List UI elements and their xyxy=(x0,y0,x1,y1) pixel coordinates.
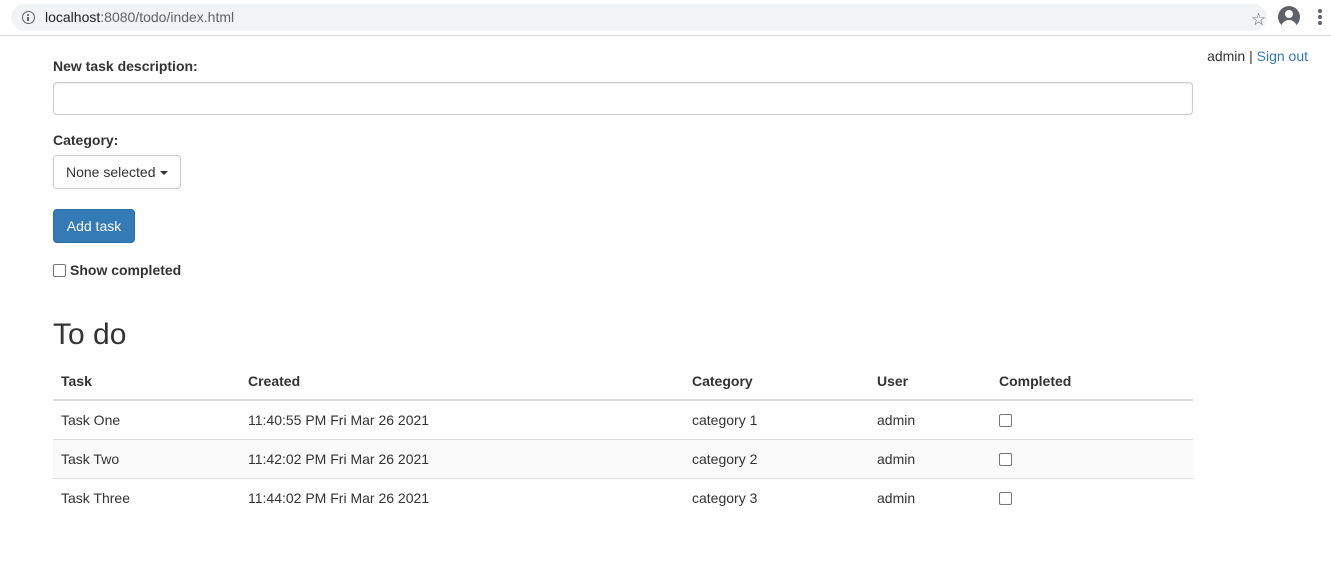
star-icon[interactable]: ☆ xyxy=(1251,11,1266,28)
category-label: Category: xyxy=(53,132,119,148)
show-completed-toggle[interactable]: Show completed xyxy=(53,262,181,278)
completed-checkbox[interactable] xyxy=(999,413,1012,427)
table-row: Task Three 11:44:02 PM Fri Mar 26 2021 c… xyxy=(53,477,1193,517)
column-header-user: User xyxy=(869,362,991,401)
task-cell: Task Three xyxy=(53,477,240,517)
user-cell: admin xyxy=(877,411,916,428)
completed-checkbox[interactable] xyxy=(999,452,1012,466)
category-cell: category 1 xyxy=(692,411,758,428)
info-icon[interactable] xyxy=(22,11,35,24)
category-cell: category 2 xyxy=(684,438,869,478)
created-cell: 11:40:55 PM Fri Mar 26 2021 xyxy=(248,411,430,428)
todo-table: Task Created Category User Completed Tas… xyxy=(53,362,1193,517)
page-title: To do xyxy=(53,318,127,351)
table-header-row: Task Created Category User Completed xyxy=(53,362,1193,401)
task-description-input[interactable] xyxy=(53,82,1193,115)
description-label: New task description: xyxy=(53,58,198,74)
created-cell: 11:42:02 PM Fri Mar 26 2021 xyxy=(240,438,684,478)
completed-cell xyxy=(991,400,1193,439)
table-row: Task One 11:40:55 PM Fri Mar 26 2021 cat… xyxy=(53,400,1193,439)
category-cell: category 3 xyxy=(684,477,869,517)
caret-down-icon xyxy=(159,171,168,176)
sign-out-link[interactable]: Sign out xyxy=(1257,48,1308,64)
show-completed-label: Show completed xyxy=(70,262,182,278)
more-vert-icon[interactable] xyxy=(1318,9,1322,25)
task-cell: Task Two xyxy=(53,438,240,478)
category-select[interactable]: None selected xyxy=(53,155,181,189)
table-row: Task Two 11:42:02 PM Fri Mar 26 2021 cat… xyxy=(53,438,1193,478)
completed-checkbox[interactable] xyxy=(999,491,1012,505)
user-cell: admin xyxy=(869,438,991,478)
column-header-created: Created xyxy=(240,362,684,401)
column-header-completed: Completed xyxy=(991,362,1193,401)
created-cell: 11:44:02 PM Fri Mar 26 2021 xyxy=(240,477,684,517)
completed-cell xyxy=(991,438,1193,478)
add-task-button[interactable]: Add task xyxy=(53,209,135,243)
username: admin xyxy=(1207,48,1246,64)
url-host: localhost xyxy=(45,9,101,25)
url-path: :8080/todo/index.html xyxy=(100,9,235,25)
column-header-task: Task xyxy=(53,362,240,401)
user-separator: | xyxy=(1249,48,1253,64)
account-circle-icon[interactable] xyxy=(1278,6,1300,28)
show-completed-checkbox[interactable] xyxy=(53,264,66,277)
task-cell: Task One xyxy=(61,411,121,428)
address-bar[interactable]: localhost:8080/todo/index.html ☆ xyxy=(11,4,1267,31)
user-area: admin | Sign out xyxy=(1207,47,1308,65)
completed-cell xyxy=(991,477,1193,517)
url-text[interactable]: localhost:8080/todo/index.html xyxy=(45,8,234,27)
column-header-category: Category xyxy=(684,362,869,401)
browser-toolbar: localhost:8080/todo/index.html ☆ xyxy=(0,0,1331,36)
category-selected-text: None selected xyxy=(66,164,156,180)
user-cell: admin xyxy=(869,477,991,517)
